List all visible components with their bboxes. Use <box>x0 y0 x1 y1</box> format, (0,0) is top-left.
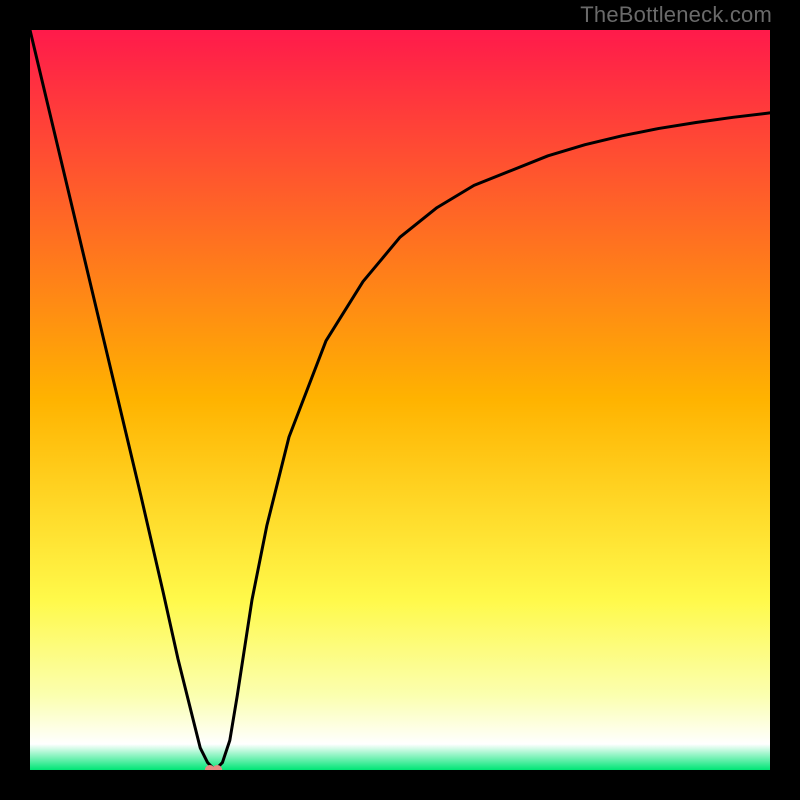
chart-container: TheBottleneck.com <box>0 0 800 800</box>
chart-svg <box>30 30 770 770</box>
gradient-background <box>30 30 770 770</box>
plot-area <box>30 30 770 770</box>
watermark-text: TheBottleneck.com <box>580 2 772 28</box>
